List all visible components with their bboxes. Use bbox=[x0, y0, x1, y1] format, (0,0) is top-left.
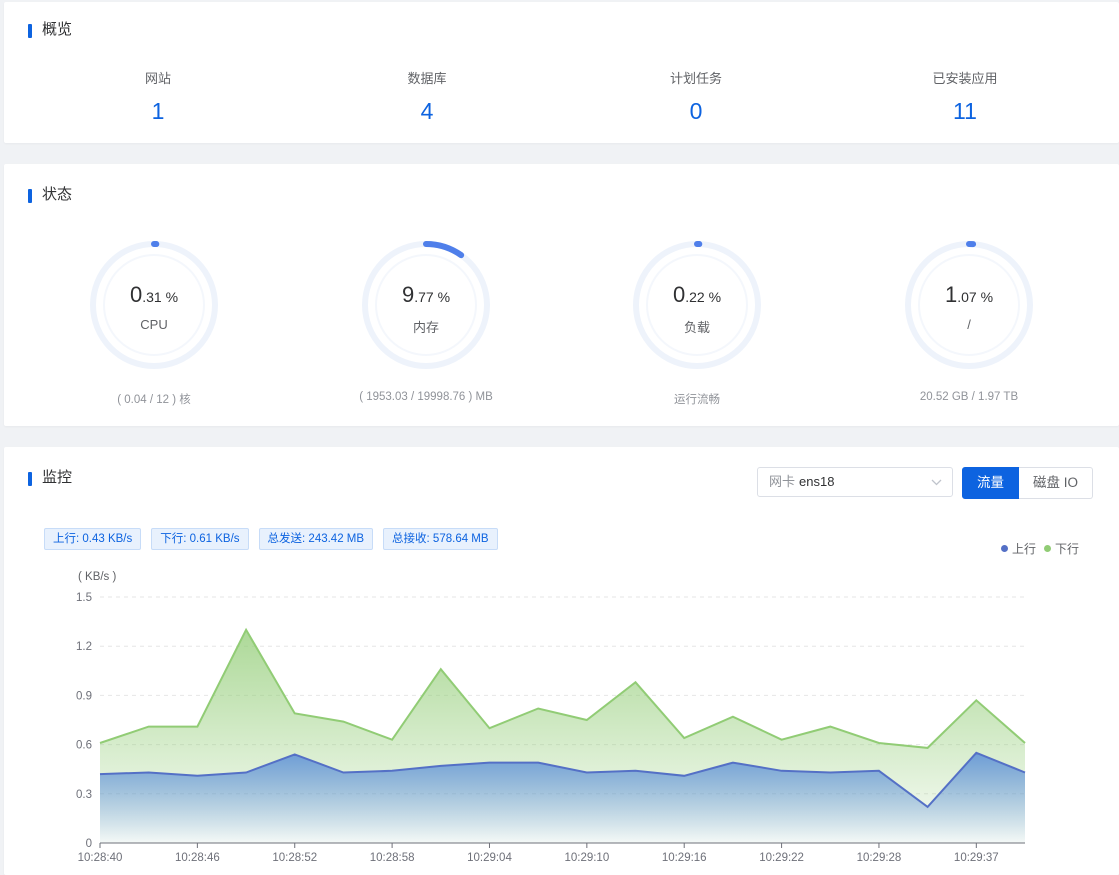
gauge-cpu: 0.31 % CPU ( 0.04 / 12 ) 核 bbox=[24, 239, 284, 406]
y-tick-label: 1.5 bbox=[76, 592, 92, 604]
gauge-load: 0.22 % 负载 运行流畅 bbox=[567, 239, 827, 406]
y-tick-label: 0.6 bbox=[76, 740, 92, 752]
y-tick-label: 1.2 bbox=[76, 641, 92, 653]
gauge-disk: 1.07 % / 20.52 GB / 1.97 TB bbox=[839, 239, 1099, 403]
gauge-detail: 20.52 GB / 1.97 TB bbox=[919, 391, 1019, 403]
x-tick-label: 10:29:04 bbox=[467, 852, 512, 864]
gauge-value: 9.77 % bbox=[401, 282, 451, 307]
traffic-chart: ( KB/s ) 00.30.60.91.21.5 10:28:40 10:28:… bbox=[76, 571, 1026, 864]
gauge-memory: 9.77 % 内存 ( 1953.03 / 19998.76 ) MB bbox=[296, 239, 556, 403]
y-axis-ticks: 0 0.3 0.6 0.9 1.2 1.5 bbox=[76, 592, 92, 850]
stat-installed-apps[interactable]: 已安装应用 11 bbox=[865, 70, 1065, 126]
stat-label: 网站 bbox=[144, 71, 171, 86]
overview-title: 概览 bbox=[28, 20, 72, 40]
gauge-detail: ( 0.04 / 12 ) 核 bbox=[117, 394, 191, 406]
y-tick-label: 0 bbox=[86, 838, 92, 850]
gauge-detail: ( 1953.03 / 19998.76 ) MB bbox=[359, 391, 493, 403]
overview-card: 概览 网站 1 数据库 4 计划任务 0 已安装应用 11 bbox=[4, 2, 1119, 143]
stat-label: 计划任务 bbox=[669, 71, 722, 86]
x-axis-ticks: 10:28:40 10:28:46 10:28:52 10:28:58 10:29:04… bbox=[78, 843, 999, 864]
stat-value[interactable]: 11 bbox=[865, 96, 1065, 126]
stat-value[interactable]: 0 bbox=[596, 96, 796, 126]
gauge-value: 0.31 % bbox=[129, 282, 179, 307]
y-tick-label: 0.3 bbox=[76, 789, 92, 801]
x-tick-label: 10:28:46 bbox=[175, 852, 220, 864]
gauge-detail: 运行流畅 bbox=[674, 394, 720, 406]
gauge-value: 1.07 % bbox=[944, 282, 994, 307]
gauge-label: 内存 bbox=[412, 320, 439, 335]
stat-databases[interactable]: 数据库 4 bbox=[327, 70, 527, 126]
x-tick-label: 10:29:28 bbox=[857, 852, 902, 864]
gauge-label: 负载 bbox=[683, 320, 710, 335]
x-tick-label: 10:28:52 bbox=[272, 852, 317, 864]
y-tick-label: 0.9 bbox=[76, 690, 92, 702]
stat-websites[interactable]: 网站 1 bbox=[58, 70, 258, 126]
stat-value[interactable]: 1 bbox=[58, 96, 258, 126]
gauge-value: 0.22 % bbox=[672, 282, 722, 307]
x-tick-label: 10:29:37 bbox=[954, 852, 999, 864]
gauge-label: / bbox=[967, 317, 971, 332]
x-tick-label: 10:29:10 bbox=[564, 852, 609, 864]
monitor-card: 监控 网卡 ens18 流量 磁盘 IO 上行: 0.43 KB/s 下行: 0.… bbox=[4, 447, 1119, 875]
stat-value[interactable]: 4 bbox=[327, 96, 527, 126]
status-title: 状态 bbox=[28, 185, 72, 205]
x-tick-label: 10:28:58 bbox=[370, 852, 415, 864]
gauge-label: CPU bbox=[140, 317, 168, 332]
x-tick-label: 10:28:40 bbox=[78, 852, 123, 864]
x-tick-label: 10:29:22 bbox=[759, 852, 804, 864]
stat-label: 数据库 bbox=[407, 71, 447, 86]
status-card: 状态 0.31 % CPU ( 0.04 / 12 ) 核 9.77 % 内存 … bbox=[4, 164, 1119, 426]
y-axis-label: ( KB/s ) bbox=[78, 571, 117, 583]
stat-cron-jobs[interactable]: 计划任务 0 bbox=[596, 70, 796, 126]
x-tick-label: 10:29:16 bbox=[662, 852, 707, 864]
stat-label: 已安装应用 bbox=[932, 71, 998, 86]
